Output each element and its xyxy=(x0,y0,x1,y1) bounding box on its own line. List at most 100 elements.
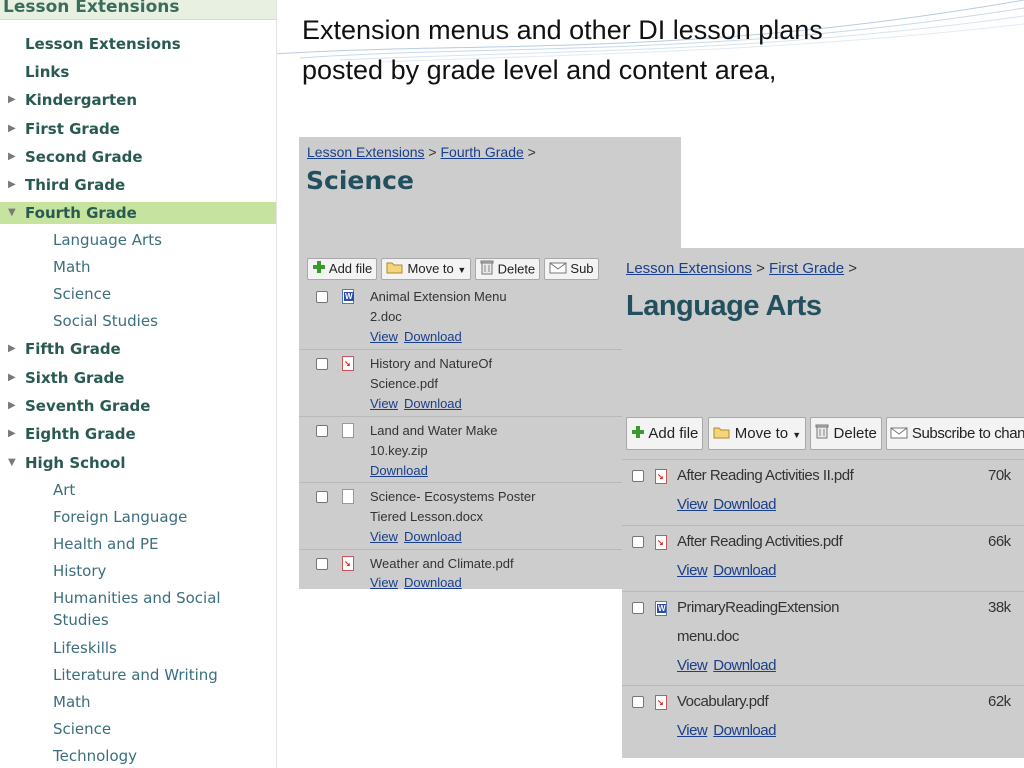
download-link[interactable]: Download xyxy=(404,575,462,589)
caret-right-icon: ▶ xyxy=(8,151,16,162)
download-link[interactable]: Download xyxy=(713,496,776,513)
sidebar-item-label: Fourth Grade xyxy=(25,204,137,222)
sidebar-item-high-school[interactable]: ▼ High School xyxy=(0,452,276,474)
file-name[interactable]: History and NatureOf xyxy=(370,356,492,371)
add-file-label: Add file xyxy=(648,425,699,442)
file-name-continued[interactable]: 10.key.zip xyxy=(370,443,428,458)
file-name-continued[interactable]: Tiered Lesson.docx xyxy=(370,509,483,524)
sidebar-item-label: Fifth Grade xyxy=(25,340,121,358)
breadcrumb-link-lesson-extensions[interactable]: Lesson Extensions xyxy=(307,144,425,160)
file-checkbox[interactable] xyxy=(632,696,644,708)
pdf-file-icon: ↘ xyxy=(342,356,354,371)
view-link[interactable]: View xyxy=(370,575,398,589)
download-link[interactable]: Download xyxy=(404,329,462,344)
sidebar-item-language-arts[interactable]: Language Arts xyxy=(0,229,276,251)
file-actions: Download xyxy=(370,463,428,478)
file-name[interactable]: Weather and Climate.pdf xyxy=(370,556,514,571)
sidebar-item-humanities-and-social[interactable]: Humanities and Social xyxy=(0,587,276,609)
download-link[interactable]: Download xyxy=(404,396,462,411)
sidebar-item-studies[interactable]: Studies xyxy=(0,609,276,631)
subscribe-button[interactable]: Subscribe to changes xyxy=(886,417,1024,450)
file-checkbox[interactable] xyxy=(316,291,328,303)
breadcrumb-link-fourth-grade[interactable]: Fourth Grade xyxy=(441,144,524,160)
view-link[interactable]: View xyxy=(677,722,708,739)
move-to-button[interactable]: Move to ▼ xyxy=(380,258,472,280)
view-link[interactable]: View xyxy=(370,529,398,544)
file-name-continued[interactable]: 2.doc xyxy=(370,309,402,324)
file-checkbox[interactable] xyxy=(316,425,328,437)
download-link[interactable]: Download xyxy=(713,562,776,579)
add-file-button[interactable]: Add file xyxy=(307,258,378,280)
download-link[interactable]: Download xyxy=(370,463,428,478)
sidebar-item-eighth-grade[interactable]: ▶ Eighth Grade xyxy=(0,423,276,445)
file-checkbox[interactable] xyxy=(632,602,644,614)
add-file-button[interactable]: Add file xyxy=(626,417,704,450)
sidebar-item-history[interactable]: History xyxy=(0,560,276,582)
file-name[interactable]: After Reading Activities.pdf xyxy=(677,533,843,550)
download-link[interactable]: Download xyxy=(713,657,776,674)
sidebar-item-sixth-grade[interactable]: ▶ Sixth Grade xyxy=(0,367,276,389)
file-checkbox[interactable] xyxy=(316,558,328,570)
sidebar-item-math[interactable]: Math xyxy=(0,691,276,713)
download-link[interactable]: Download xyxy=(713,722,776,739)
view-link[interactable]: View xyxy=(677,496,708,513)
file-name[interactable]: Vocabulary.pdf xyxy=(677,693,769,710)
sidebar-item-literature-and-writing[interactable]: Literature and Writing xyxy=(0,664,276,686)
file-size: 70k xyxy=(988,467,1011,484)
page-title: Language Arts xyxy=(626,290,822,322)
folder-icon xyxy=(713,419,731,450)
file-actions: View Download xyxy=(370,575,462,589)
sidebar-item-science[interactable]: Science xyxy=(0,718,276,740)
download-link[interactable]: Download xyxy=(404,529,462,544)
sidebar-item-second-grade[interactable]: ▶ Second Grade xyxy=(0,146,276,168)
sidebar-item-label: Social Studies xyxy=(53,312,158,330)
sidebar-item-label: Eighth Grade xyxy=(25,425,136,443)
file-name[interactable]: After Reading Activities II.pdf xyxy=(677,467,854,484)
sidebar-item-lesson-extensions[interactable]: Lesson Extensions xyxy=(0,33,276,55)
file-checkbox[interactable] xyxy=(316,491,328,503)
file-name[interactable]: PrimaryReadingExtension xyxy=(677,599,839,616)
sidebar-item-social-studies[interactable]: Social Studies xyxy=(0,310,276,332)
file-checkbox[interactable] xyxy=(316,358,328,370)
sidebar-item-kindergarten[interactable]: ▶ Kindergarten xyxy=(0,89,276,111)
file-name[interactable]: Land and Water Make xyxy=(370,423,497,438)
view-link[interactable]: View xyxy=(370,396,398,411)
sidebar-item-health-and-pe[interactable]: Health and PE xyxy=(0,533,276,555)
word-doc-icon: W xyxy=(655,601,667,616)
sidebar-item-seventh-grade[interactable]: ▶ Seventh Grade xyxy=(0,395,276,417)
file-name-continued[interactable]: Science.pdf xyxy=(370,376,438,391)
caret-right-icon: ▶ xyxy=(8,372,16,383)
sidebar-item-third-grade[interactable]: ▶ Third Grade xyxy=(0,174,276,196)
view-link[interactable]: View xyxy=(677,657,708,674)
file-checkbox[interactable] xyxy=(632,536,644,548)
subscribe-button[interactable]: Sub xyxy=(543,258,599,280)
sidebar-item-fifth-grade[interactable]: ▶ Fifth Grade xyxy=(0,338,276,360)
breadcrumb-link-first-grade[interactable]: First Grade xyxy=(769,260,844,277)
file-name-continued[interactable]: menu.doc xyxy=(677,628,739,645)
sidebar-item-science[interactable]: Science xyxy=(0,283,276,305)
sidebar-item-foreign-language[interactable]: Foreign Language xyxy=(0,506,276,528)
view-link[interactable]: View xyxy=(370,329,398,344)
sidebar-item-fourth-grade[interactable]: ▼ Fourth Grade xyxy=(0,202,276,224)
sidebar-item-label: Math xyxy=(53,693,91,711)
sidebar-item-technology[interactable]: Technology xyxy=(0,745,276,767)
file-name[interactable]: Science- Ecosystems Poster xyxy=(370,489,535,504)
heading-line-1: Extension menus and other DI lesson plan… xyxy=(302,15,823,45)
plus-icon xyxy=(631,419,645,450)
view-link[interactable]: View xyxy=(677,562,708,579)
file-checkbox[interactable] xyxy=(632,470,644,482)
file-size: 66k xyxy=(988,533,1011,550)
sidebar-item-lifeskills[interactable]: Lifeskills xyxy=(0,637,276,659)
move-to-button[interactable]: Move to ▼ xyxy=(707,417,807,450)
delete-button[interactable]: Delete xyxy=(810,417,882,450)
sidebar-item-math[interactable]: Math xyxy=(0,256,276,278)
delete-button[interactable]: Delete xyxy=(474,258,541,280)
breadcrumb-link-lesson-extensions[interactable]: Lesson Extensions xyxy=(626,260,752,277)
file-name[interactable]: Animal Extension Menu xyxy=(370,289,507,304)
trash-icon xyxy=(815,419,829,450)
sidebar-item-links[interactable]: Links xyxy=(0,61,276,83)
sidebar-item-art[interactable]: Art xyxy=(0,479,276,501)
sidebar-item-first-grade[interactable]: ▶ First Grade xyxy=(0,118,276,140)
sidebar-item-label: History xyxy=(53,562,107,580)
file-actions: View Download xyxy=(677,562,776,579)
